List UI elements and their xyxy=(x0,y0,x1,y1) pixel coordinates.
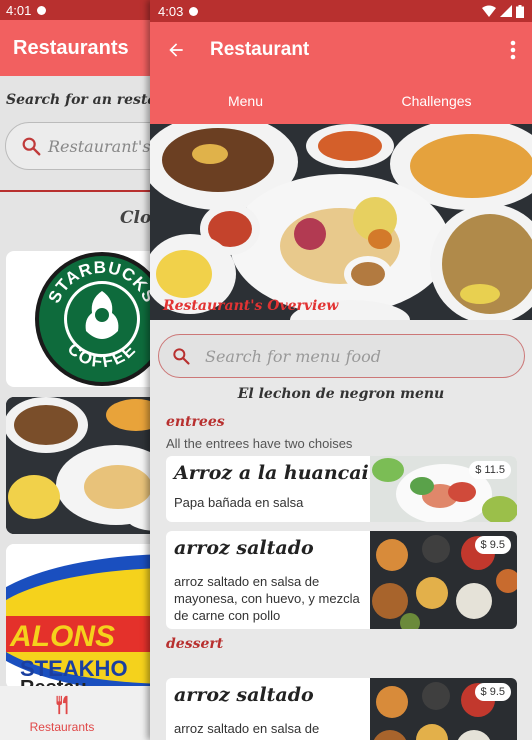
wifi-icon xyxy=(482,5,496,17)
search-icon xyxy=(22,137,41,156)
nav-restaurants[interactable]: Restaurants xyxy=(22,694,102,734)
signal-icon xyxy=(500,5,512,17)
app-title: Restaurants xyxy=(13,37,129,59)
menu-item-name: Arroz a la huancaina xyxy=(174,462,395,484)
menu-item-name: arroz saltado xyxy=(174,537,314,559)
more-vert-icon[interactable] xyxy=(510,40,516,60)
section-entrees: entrees xyxy=(166,414,225,430)
search-icon xyxy=(173,348,190,365)
nav-restaurants-label: Restaurants xyxy=(29,720,95,734)
section-dessert: dessert xyxy=(166,636,224,652)
search-placeholder: Restaurant's n xyxy=(48,136,166,156)
overview-link[interactable]: Restaurant's Overview xyxy=(163,298,338,314)
restaurant-detail-screen: 4:03 Restaurant Menu Challenges Restaura… xyxy=(150,0,532,740)
fork-knife-icon xyxy=(56,695,68,715)
restaurant-hero-image: Restaurant's Overview xyxy=(150,124,532,320)
menu-item-price: $ 11.5 xyxy=(469,461,511,479)
status-icons xyxy=(482,4,524,18)
menu-title: El lechon de negron menu xyxy=(237,386,445,402)
entrees-note: All the entrees have two choises xyxy=(166,436,353,451)
page-title: Restaurant xyxy=(210,39,310,60)
battery-icon xyxy=(516,4,524,18)
search-label: Search for an restau xyxy=(6,92,167,108)
tab-menu[interactable]: Menu xyxy=(150,78,341,124)
menu-item[interactable]: arroz saltado arroz saltado en salsa de … xyxy=(166,531,517,629)
tab-challenges[interactable]: Challenges xyxy=(341,78,532,124)
status-time-front: 4:03 xyxy=(158,3,184,19)
menu-item[interactable]: Arroz a la huancaina Papa bañada en sals… xyxy=(166,456,517,522)
tab-bar: Menu Challenges xyxy=(150,78,532,124)
menu-item-desc: arroz saltado en salsa de xyxy=(174,721,320,736)
notification-icon xyxy=(189,6,199,16)
menu-item-price: $ 9.5 xyxy=(474,536,511,554)
menu-item-price: $ 9.5 xyxy=(474,683,511,701)
app-bar-front: Restaurant xyxy=(150,22,532,78)
notification-icon xyxy=(37,5,47,15)
menu-search-placeholder: Search for menu food xyxy=(205,346,382,366)
hero-photo xyxy=(150,124,532,320)
back-arrow-icon[interactable] xyxy=(166,40,186,60)
menu-search-input[interactable]: Search for menu food xyxy=(158,334,525,378)
status-bar-front: 4:03 xyxy=(150,0,532,22)
logo-text-alonso: ALONS xyxy=(9,620,115,653)
menu-item-desc: Papa bañada en salsa xyxy=(174,495,304,510)
menu-item-name: arroz saltado xyxy=(174,684,314,706)
menu-item[interactable]: arroz saltado arroz saltado en salsa de … xyxy=(166,678,517,740)
status-time: 4:01 xyxy=(6,2,32,18)
menu-item-desc: arroz saltado en salsa de mayonesa, con … xyxy=(174,574,360,623)
